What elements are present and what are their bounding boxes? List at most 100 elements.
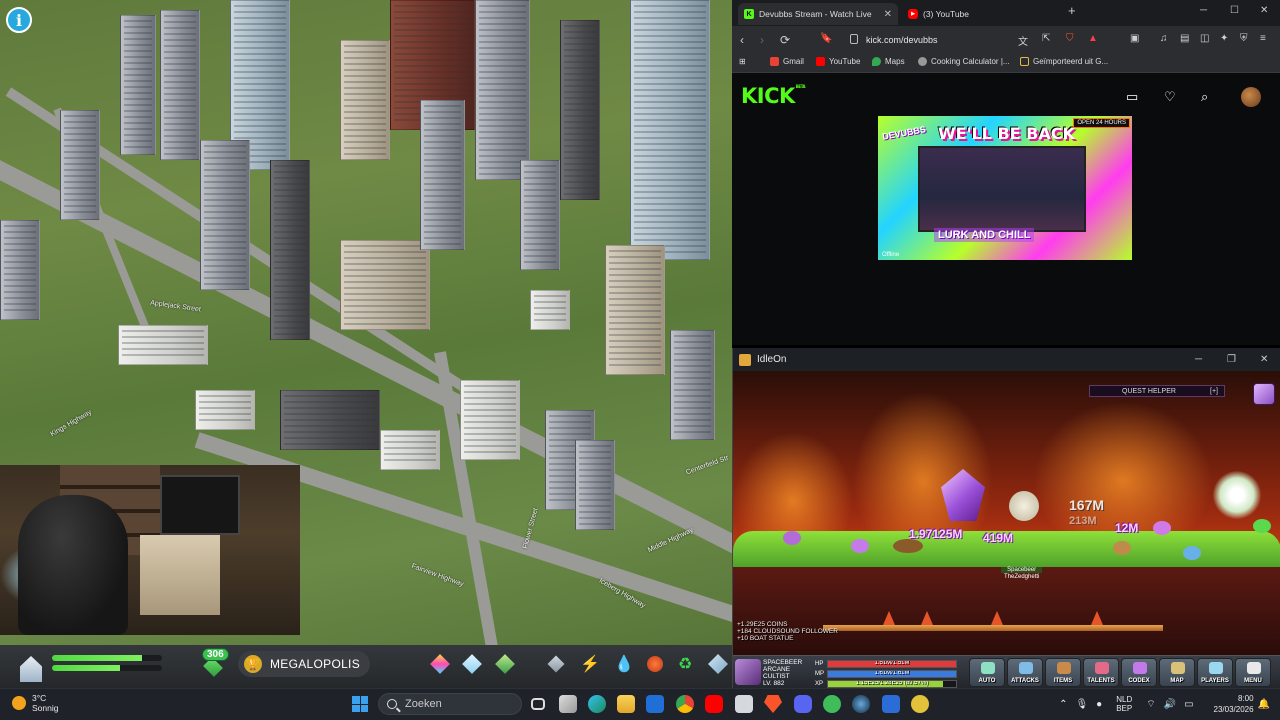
hp-row: HP 1.51M/1.51M xyxy=(815,659,957,668)
tab-youtube[interactable]: ▶ (3) YouTube xyxy=(902,3,1062,25)
app-icon[interactable] xyxy=(823,695,841,713)
kick-logo[interactable]: KICKBETA xyxy=(741,84,806,108)
notification-icon[interactable]: 🔔 xyxy=(1258,699,1270,710)
url-field[interactable]: kick.com/devubbs xyxy=(850,31,1120,49)
bookmark-icon[interactable]: 🔖 xyxy=(820,33,832,44)
close-icon[interactable]: ✕ xyxy=(1260,354,1268,365)
electricity-tool-icon[interactable]: ⚡ xyxy=(580,654,600,674)
monster[interactable] xyxy=(851,539,869,553)
info-icon[interactable]: i xyxy=(6,7,32,33)
reload-icon[interactable]: ⟳ xyxy=(780,33,790,47)
bookmark-youtube[interactable]: YouTube xyxy=(816,57,860,66)
new-tab-button[interactable]: + xyxy=(1068,3,1076,18)
stat-bars: HP 1.51M/1.51M MP 1.61M/1.61M XP 1.15E25… xyxy=(815,659,957,688)
auto-button[interactable]: AUTO xyxy=(969,658,1005,687)
wallet-icon[interactable]: ◫ xyxy=(1200,33,1209,44)
bookmark-cooking-calculator[interactable]: Cooking Calculator |... xyxy=(918,57,1010,66)
notepad-icon[interactable] xyxy=(735,695,753,713)
close-icon[interactable]: ✕ xyxy=(1260,5,1268,16)
discord-icon[interactable] xyxy=(794,695,812,713)
minimize-icon[interactable]: ─ xyxy=(1195,354,1202,365)
street-label: Applejack Street xyxy=(149,299,202,314)
video-player[interactable]: WE'LL BE BACK DEVUBBS LURK AND CHILL OPE… xyxy=(878,116,1132,260)
clock[interactable]: 8:00 23/03/2026 xyxy=(1198,693,1254,715)
vpn-icon[interactable]: ⛨ xyxy=(1240,33,1248,44)
loot-log: +1.29E25 COINS +184 CLOUDSOUND FOLLOWER … xyxy=(737,621,838,642)
dandelion-monster[interactable] xyxy=(1213,471,1261,519)
weather-widget[interactable]: 3°C Sonnig xyxy=(12,693,58,713)
items-button[interactable]: ITEMS xyxy=(1045,658,1081,687)
app-tray-icon[interactable]: ● xyxy=(1096,699,1102,710)
milestone-button[interactable]: 🏆 MEGALOPOLIS xyxy=(238,651,370,677)
bookmark-folder-imported[interactable]: Geïmporteerd uit G... xyxy=(1020,57,1108,66)
media-icon[interactable]: ♫ xyxy=(1160,33,1168,44)
minimize-icon[interactable]: ─ xyxy=(1200,5,1207,16)
water-tool-icon[interactable]: 💧 xyxy=(614,654,634,674)
leo-icon[interactable]: ✦ xyxy=(1220,33,1228,44)
store-icon[interactable] xyxy=(559,695,577,713)
players-button[interactable]: PLAYERS xyxy=(1197,658,1233,687)
wifi-icon[interactable]: ⌔ xyxy=(1146,698,1155,711)
codex-button[interactable]: CODEX xyxy=(1121,658,1157,687)
taskbar-search[interactable]: Zoeken xyxy=(378,693,522,715)
steam-icon[interactable] xyxy=(852,695,870,713)
bookmark-maps[interactable]: Maps xyxy=(872,57,905,66)
population-indicator[interactable]: 306 xyxy=(196,648,232,680)
bookmark-gmail[interactable]: Gmail xyxy=(770,57,804,66)
outlook-icon[interactable] xyxy=(646,695,664,713)
city-builder-viewport[interactable]: Applejack Street Fairview Highway Middle… xyxy=(0,0,732,645)
monster[interactable] xyxy=(1113,541,1131,555)
language-indicator[interactable]: NLD BEP xyxy=(1116,695,1132,713)
monster[interactable] xyxy=(1253,519,1271,533)
back-icon[interactable]: ‹ xyxy=(740,33,744,47)
monster[interactable] xyxy=(893,539,923,553)
site-info-icon[interactable] xyxy=(850,34,858,44)
forward-icon[interactable]: › xyxy=(760,33,764,47)
battery-icon[interactable]: ▭ xyxy=(1184,699,1193,710)
skeleton-boss[interactable] xyxy=(1009,491,1039,521)
share-icon[interactable]: ⇱ xyxy=(1042,33,1050,44)
health-tool-icon[interactable] xyxy=(647,656,663,672)
brave-shield-icon[interactable]: ⛉ xyxy=(1066,33,1074,44)
monster[interactable] xyxy=(1183,546,1201,560)
translate-icon[interactable]: 文 xyxy=(1018,33,1028,48)
idleon-taskbar-icon[interactable] xyxy=(911,695,929,713)
character-portrait[interactable] xyxy=(735,659,761,685)
maximize-icon[interactable]: ❐ xyxy=(1227,354,1236,365)
quest-helper-panel[interactable]: QUEST HELPER [+] xyxy=(1089,385,1225,397)
search-icon[interactable]: ⌕ xyxy=(1201,89,1208,105)
file-explorer-icon[interactable] xyxy=(617,695,635,713)
menu-icon[interactable]: ≡ xyxy=(1260,33,1266,44)
game-canvas[interactable]: 167M 213M 1.97125M 12M 419M QUEST HELPER… xyxy=(733,371,1280,688)
recycle-tool-icon[interactable]: ♻ xyxy=(678,654,698,674)
task-view-icon[interactable] xyxy=(531,698,545,710)
apps-icon[interactable]: ⊞ xyxy=(739,57,746,66)
user-avatar[interactable] xyxy=(1241,87,1261,107)
monster[interactable] xyxy=(1153,521,1171,535)
volume-icon[interactable]: 🔊 xyxy=(1164,699,1176,710)
reader-icon[interactable]: ▤ xyxy=(1180,33,1189,44)
menu-button[interactable]: MENU xyxy=(1235,658,1271,687)
close-tab-icon[interactable]: ✕ xyxy=(884,9,892,20)
map-button[interactable]: MAP xyxy=(1159,658,1195,687)
quest-helper-toggle[interactable]: [+] xyxy=(1210,388,1218,395)
maximize-icon[interactable]: ☐ xyxy=(1230,5,1239,16)
follow-heart-icon[interactable]: ♡ xyxy=(1164,89,1176,105)
brave-rewards-icon[interactable]: ▲ xyxy=(1088,33,1098,44)
edge-icon[interactable] xyxy=(588,695,606,713)
chrome-icon[interactable] xyxy=(676,695,694,713)
theater-mode-icon[interactable]: ▭ xyxy=(1126,89,1138,105)
microphone-icon[interactable]: 🎙 xyxy=(1075,699,1088,710)
tab-devubbs-stream[interactable]: K Devubbs Stream - Watch Live ✕ xyxy=(738,3,898,25)
quest-helper-icon[interactable] xyxy=(1253,383,1275,405)
attacks-button[interactable]: ATTACKS xyxy=(1007,658,1043,687)
menu-icon xyxy=(1247,662,1261,674)
monster[interactable] xyxy=(783,531,801,545)
talents-button[interactable]: TALENTS xyxy=(1083,658,1119,687)
tray-overflow-icon[interactable]: ⌃ xyxy=(1059,699,1067,710)
windows-start-icon[interactable] xyxy=(352,696,368,712)
sidebar-icon[interactable]: ▣ xyxy=(1130,33,1139,44)
youtube-icon[interactable] xyxy=(705,695,723,713)
bookmarks-bar: ⊞ Gmail YouTube Maps Cooking Calculator … xyxy=(732,54,1280,73)
obs-icon[interactable] xyxy=(882,695,900,713)
